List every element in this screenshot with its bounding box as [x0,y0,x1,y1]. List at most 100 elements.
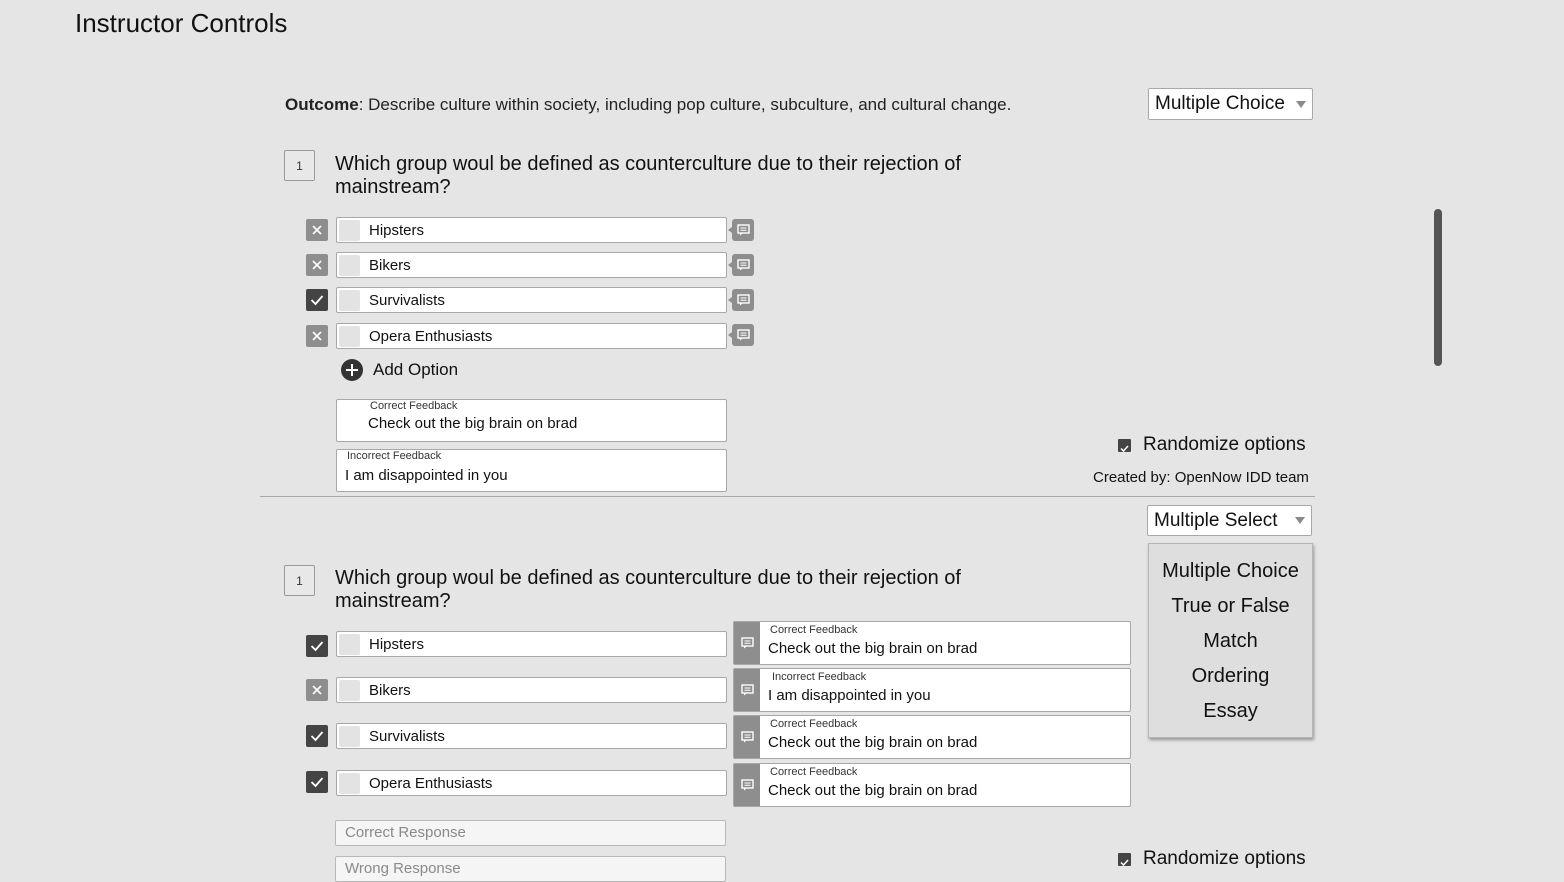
incorrect-feedback-value: I am disappointed in you [345,467,508,484]
feedback-label: Incorrect Feedback [772,671,867,683]
option-feedback-button[interactable] [728,289,754,311]
comment-icon [734,622,760,664]
comment-icon [736,329,750,341]
mark-correct-toggle[interactable] [306,635,328,657]
option-label: Opera Enthusiasts [369,327,493,345]
question-text: Which group woul be defined as countercu… [335,567,961,612]
option-checkbox[interactable] [339,725,360,747]
option-checkbox[interactable] [339,219,360,241]
feedback-value: Check out the big brain on brad [768,640,978,657]
option-feedback-field[interactable]: Correct Feedback Check out the big brain … [733,621,1131,665]
correct-feedback-field[interactable]: Correct Feedback Check out the big brain… [336,399,727,442]
correct-feedback-label: Correct Feedback [370,400,458,412]
option-input[interactable]: Bikers [336,677,727,703]
dropdown-option-match[interactable]: Match [1149,626,1312,661]
mark-correct-toggle[interactable] [306,289,328,311]
option-input[interactable]: Opera Enthusiasts [336,323,727,349]
scrollbar-thumb[interactable] [1434,209,1442,366]
option-label: Survivalists [369,291,445,309]
option-input[interactable]: Hipsters [336,631,727,657]
option-label: Opera Enthusiasts [369,774,493,792]
dropdown-option-ordering[interactable]: Ordering [1149,661,1312,696]
question-text: Which group woul be defined as countercu… [335,153,961,198]
option-label: Hipsters [369,635,425,653]
feedback-label: Correct Feedback [770,718,858,730]
randomize-options-toggle[interactable]: Randomize options [1118,848,1306,870]
correct-feedback-value: Check out the big brain on brad [368,415,578,432]
mark-incorrect-toggle[interactable] [306,325,328,347]
dropdown-option-true-or-false[interactable]: True or False [1149,591,1312,626]
randomize-options-toggle[interactable]: Randomize options [1118,434,1306,456]
x-icon [312,685,322,695]
comment-icon [734,716,760,758]
option-feedback-field[interactable]: Correct Feedback Check out the big brain … [733,715,1131,759]
question-number-badge: 1 [284,150,315,181]
incorrect-feedback-field[interactable]: Incorrect Feedback I am disappointed in … [336,449,727,492]
checkbox-checked-icon [1118,852,1131,866]
comment-icon [736,224,750,236]
comment-icon [736,294,750,306]
plus-circle-icon [341,359,363,381]
page-title: Instructor Controls [75,8,288,38]
option-label: Hipsters [369,221,425,239]
outcome-statement: Outcome: Describe culture within society… [285,95,1011,115]
dropdown-option-multiple-choice[interactable]: Multiple Choice [1149,556,1312,591]
feedback-value: I am disappointed in you [768,687,931,704]
mark-correct-toggle[interactable] [306,771,328,793]
correct-response-input[interactable]: Correct Response [335,820,726,846]
option-input[interactable]: Opera Enthusiasts [336,770,727,796]
add-option-button[interactable]: Add Option [341,359,458,381]
x-icon [312,331,322,341]
comment-icon [734,669,760,711]
chevron-down-icon [1296,100,1306,108]
option-input[interactable]: Hipsters [336,217,727,243]
randomize-label: Randomize options [1143,848,1306,869]
checkbox-checked-icon [1118,438,1131,452]
option-input[interactable]: Bikers [336,252,727,278]
option-feedback-field[interactable]: Correct Feedback Check out the big brain … [733,763,1131,807]
feedback-label: Correct Feedback [770,766,858,778]
feedback-label: Correct Feedback [770,624,858,636]
option-checkbox[interactable] [339,633,360,655]
mark-incorrect-toggle[interactable] [306,679,328,701]
option-feedback-button[interactable] [728,219,754,241]
wrong-response-input[interactable]: Wrong Response [335,856,726,882]
feedback-value: Check out the big brain on brad [768,782,978,799]
option-label: Bikers [369,681,411,699]
question-divider [260,496,1315,497]
question-type-dropdown: Multiple Choice True or False Match Orde… [1148,543,1313,738]
option-feedback-button[interactable] [728,254,754,276]
option-checkbox[interactable] [339,254,360,276]
feedback-value: Check out the big brain on brad [768,734,978,751]
question-type-value: Multiple Select [1154,509,1278,531]
option-label: Bikers [369,256,411,274]
comment-icon [736,259,750,271]
comment-icon [734,764,760,806]
option-input[interactable]: Survivalists [336,723,727,749]
option-label: Survivalists [369,727,445,745]
question-type-value: Multiple Choice [1155,93,1285,114]
mark-incorrect-toggle[interactable] [306,219,328,241]
option-checkbox[interactable] [339,772,360,794]
randomize-label: Randomize options [1143,434,1306,455]
x-icon [312,225,322,235]
option-checkbox[interactable] [339,679,360,701]
mark-correct-toggle[interactable] [306,725,328,747]
incorrect-feedback-label: Incorrect Feedback [347,450,442,462]
question-number-badge: 1 [284,565,315,596]
option-checkbox[interactable] [339,325,360,347]
option-feedback-field[interactable]: Incorrect Feedback I am disappointed in y… [733,668,1131,712]
outcome-label: Outcome [285,95,359,114]
created-by: Created by: OpenNow IDD team [1093,469,1309,486]
outcome-text: : Describe culture within society, inclu… [358,95,1012,114]
option-feedback-button[interactable] [728,324,754,346]
chevron-down-icon [1295,517,1305,524]
question-type-select-2[interactable]: Multiple Select [1147,505,1312,536]
check-icon [310,295,324,306]
mark-incorrect-toggle[interactable] [306,254,328,276]
add-option-label: Add Option [373,360,459,379]
dropdown-option-essay[interactable]: Essay [1149,696,1312,731]
option-checkbox[interactable] [339,289,360,311]
question-type-select-1[interactable]: Multiple Choice [1148,88,1313,120]
option-input[interactable]: Survivalists [336,287,727,313]
